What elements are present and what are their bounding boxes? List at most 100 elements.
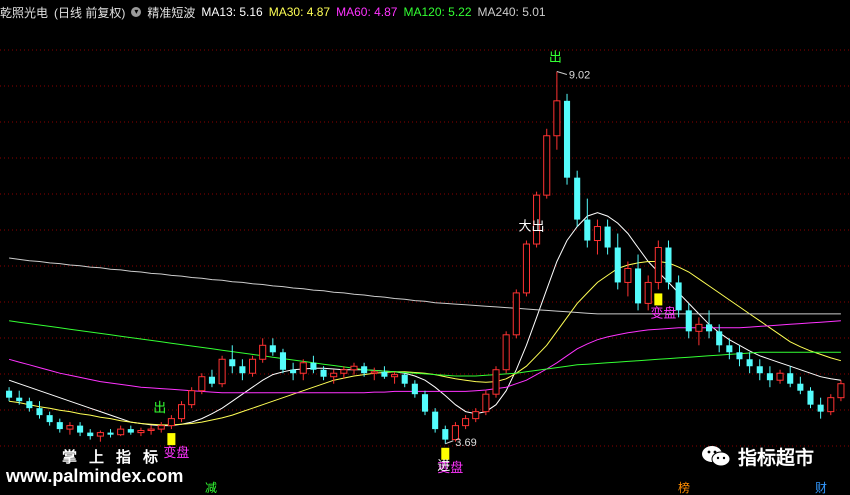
candle-body — [381, 371, 388, 377]
signal-label: 大出 — [518, 220, 544, 235]
candle-body — [370, 371, 378, 374]
candle-body — [137, 430, 145, 434]
candle-body — [726, 345, 733, 353]
bottom-tab-label[interactable]: 榜 — [678, 480, 690, 495]
candle-body — [827, 397, 835, 413]
bottom-tab-label[interactable]: 减 — [205, 481, 217, 495]
signal-label: 出 — [153, 401, 166, 416]
candle-body — [188, 390, 196, 406]
brand-url: www.palmindex.com — [6, 466, 184, 486]
candle-body — [208, 376, 216, 384]
candle-body — [807, 390, 814, 405]
ma-line-ma120 — [9, 320, 841, 377]
candle-body — [127, 429, 134, 433]
candle-body — [756, 366, 763, 374]
candle-body — [16, 397, 23, 402]
candle-body — [522, 243, 530, 294]
candle-body — [198, 376, 206, 392]
candle-body — [56, 422, 63, 430]
candle-body — [695, 323, 703, 332]
candle-body — [644, 281, 652, 304]
candle-body — [716, 331, 723, 346]
candle-body — [604, 226, 611, 248]
candle-body — [167, 418, 175, 427]
candle-body — [675, 282, 682, 311]
candle-body — [66, 425, 74, 430]
candle-body — [218, 358, 226, 385]
candle-body — [411, 383, 418, 395]
candle-body — [290, 369, 297, 374]
candle-body — [421, 394, 429, 412]
candle-body — [77, 425, 84, 433]
candle-body — [736, 352, 743, 360]
candle-body — [746, 359, 753, 367]
brand-title: 掌上指标 — [62, 449, 171, 466]
wechat-badge: 指标超市 — [700, 442, 814, 470]
candle-body — [502, 334, 510, 371]
candle-body — [817, 404, 824, 412]
candle-body — [340, 369, 348, 374]
candle-body — [87, 432, 94, 437]
candle-body — [654, 247, 662, 283]
signal-marker — [654, 293, 663, 306]
ma-line-ma60 — [8, 320, 841, 394]
candle-body — [177, 404, 186, 420]
candle-body — [614, 247, 621, 283]
candle-body — [624, 267, 632, 283]
candle-body — [96, 432, 104, 437]
candle-body — [462, 418, 470, 427]
candle-body — [776, 372, 784, 381]
candle-body — [584, 219, 591, 241]
bottom-tab-label[interactable]: 财 — [815, 481, 827, 495]
candle-body — [279, 352, 287, 370]
candle-body — [472, 411, 480, 420]
candle-body — [685, 310, 692, 332]
wechat-name: 指标超市 — [738, 447, 815, 469]
signal-marker — [167, 433, 176, 446]
low-price-label: 3.69 — [455, 437, 476, 449]
candle-body — [766, 373, 773, 381]
candle-body — [239, 366, 246, 374]
price-chart: 9.023.69变盘变盘进变盘出出大出减榜财 — [0, 49, 850, 495]
candle-body — [574, 177, 581, 220]
candle-body — [299, 362, 307, 374]
signal-label: 进 — [437, 459, 450, 474]
candle-body — [512, 292, 520, 336]
candle-body — [787, 373, 794, 384]
candle-body — [330, 372, 338, 378]
candle-body — [117, 428, 125, 436]
candle-body — [26, 401, 33, 409]
candle-body — [797, 383, 804, 391]
low-pointer — [445, 440, 454, 445]
candle-body — [147, 428, 155, 432]
candle-body — [492, 369, 500, 395]
candle-body — [6, 390, 13, 398]
high-pointer — [556, 71, 568, 75]
candle-body — [157, 425, 165, 430]
candle-body — [248, 358, 257, 374]
wechat-icon — [702, 446, 731, 467]
candle-body — [442, 429, 449, 440]
signal-label: 变盘 — [650, 305, 676, 321]
candle-body — [553, 100, 561, 137]
candle-body — [259, 344, 267, 360]
candle-body — [401, 374, 408, 384]
candle-body — [350, 365, 358, 371]
candle-body — [837, 383, 845, 399]
candle-body — [391, 374, 399, 378]
candle-body — [543, 135, 551, 196]
high-price-label: 9.02 — [569, 69, 590, 81]
signal-label: 出 — [549, 50, 562, 65]
candle-body — [36, 408, 43, 416]
candle-body — [310, 362, 317, 370]
candle-body — [229, 359, 236, 367]
candle-body — [46, 415, 53, 423]
candle-body — [269, 345, 276, 353]
candle-body — [107, 432, 114, 435]
candle-body — [432, 411, 439, 430]
candle-body — [593, 226, 602, 242]
candle-body — [634, 268, 642, 304]
candle-body — [361, 366, 368, 374]
candle-body — [706, 324, 713, 332]
candle-body — [482, 393, 490, 413]
